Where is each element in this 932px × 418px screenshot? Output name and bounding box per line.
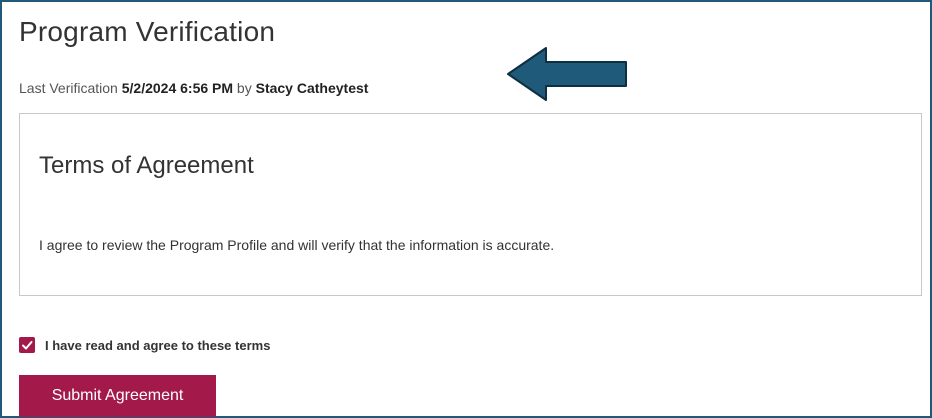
- terms-of-agreement-box: Terms of Agreement I agree to review the…: [19, 113, 922, 296]
- agree-checkbox[interactable]: [19, 337, 35, 353]
- terms-title: Terms of Agreement: [39, 152, 254, 179]
- by-label: by: [236, 80, 252, 96]
- verification-panel: Program Verification Last Verification 5…: [0, 0, 932, 418]
- terms-text: I agree to review the Program Profile an…: [39, 237, 555, 253]
- left-arrow-icon: [507, 47, 627, 101]
- last-verification-datetime: 5/2/2024 6:56 PM: [121, 80, 234, 96]
- last-verification-label: Last Verification: [19, 80, 118, 96]
- page-title: Program Verification: [19, 16, 276, 47]
- agree-checkbox-row[interactable]: I have read and agree to these terms: [19, 335, 270, 355]
- submit-agreement-button[interactable]: Submit Agreement: [19, 375, 216, 417]
- agree-checkbox-label: I have read and agree to these terms: [45, 337, 271, 353]
- last-verification-info: Last Verification 5/2/2024 6:56 PM by St…: [19, 80, 368, 96]
- checkmark-icon: [22, 341, 33, 350]
- verified-by-name: Stacy Catheytest: [255, 80, 369, 96]
